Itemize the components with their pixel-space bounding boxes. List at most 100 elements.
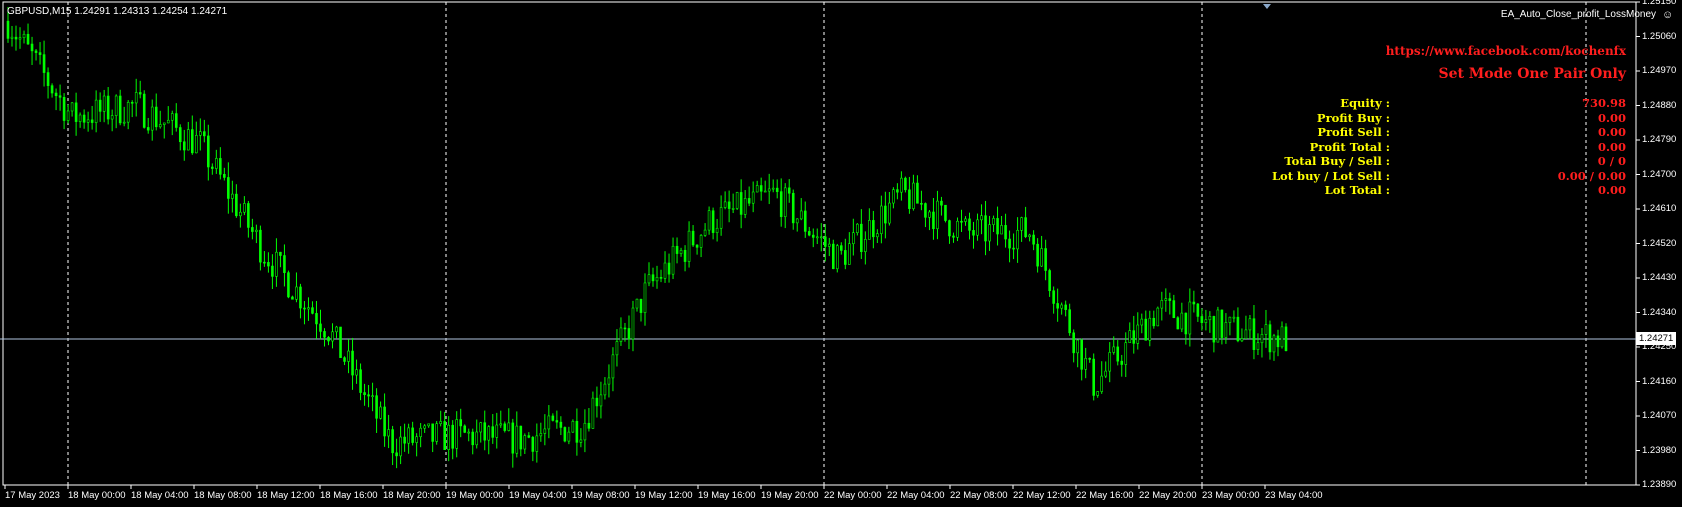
candle-body [831, 243, 835, 270]
candle-body [827, 243, 831, 247]
candle-body [1128, 330, 1132, 343]
candle-body [18, 37, 22, 40]
candle-body [283, 255, 286, 273]
candle-body [1240, 338, 1244, 342]
candle-body [367, 394, 370, 397]
candle-body [635, 298, 639, 309]
candle-body [984, 215, 987, 242]
candle-body [531, 437, 535, 452]
candle-body [683, 249, 687, 262]
candle-body [543, 428, 547, 434]
candle-body [399, 436, 402, 457]
candle-body [1040, 248, 1043, 267]
candle-body [807, 231, 811, 236]
candle-body [507, 422, 511, 431]
candle-body [695, 244, 699, 248]
stats-value: 0.00 / 0.00 [1557, 168, 1626, 183]
candle-body [567, 431, 571, 442]
candle-body [471, 431, 475, 446]
candle-body [840, 245, 843, 251]
candle-body [483, 422, 487, 441]
candle-body [948, 220, 951, 237]
candle-body [727, 201, 731, 209]
candle-body [247, 203, 250, 228]
candle-body [611, 354, 615, 379]
candle-body [303, 307, 306, 310]
candle-body [299, 286, 302, 309]
candle-body [363, 392, 366, 396]
candle-body [411, 427, 414, 443]
candle-body [295, 286, 298, 300]
candle-body [1036, 243, 1039, 267]
candle-body [547, 415, 551, 430]
candle-body [255, 229, 258, 232]
candle-body [535, 435, 539, 452]
stats-label: Profit Sell : [1317, 125, 1390, 139]
candle-body [327, 336, 330, 342]
candle-body [523, 435, 527, 450]
price-chart[interactable] [0, 0, 1682, 507]
candle-body [347, 350, 350, 362]
candle-body [555, 420, 559, 423]
candle-body [431, 423, 434, 442]
candle-body [271, 265, 274, 277]
candle-body [868, 220, 871, 240]
price-tick: 1.24790 [1642, 134, 1677, 145]
candle-body [1268, 324, 1272, 353]
candle-body [1164, 298, 1168, 301]
time-tick: 18 May 08:00 [194, 490, 252, 501]
candle-body [872, 220, 875, 238]
time-tick: 18 May 00:00 [68, 490, 126, 501]
stats-label: Lot buy / Lot Sell : [1271, 168, 1390, 183]
candle-body [844, 250, 847, 265]
candle-body [311, 307, 314, 314]
candle-body [487, 426, 491, 441]
candle-body [559, 421, 563, 428]
time-tick: 19 May 16:00 [698, 490, 756, 501]
candle-body [319, 323, 322, 332]
candle-body [1168, 298, 1172, 301]
candle-body [667, 262, 671, 275]
candle-body [864, 239, 867, 252]
candle-body [823, 236, 827, 247]
candle-body [852, 232, 855, 245]
time-tick: 22 May 08:00 [950, 490, 1008, 501]
shift-marker-icon[interactable] [1263, 4, 1271, 9]
candle-body [1116, 346, 1120, 362]
candle-body [1264, 324, 1268, 335]
stats-value: 0.00 [1597, 110, 1626, 125]
candle-body [1136, 324, 1140, 344]
candle-body [1004, 225, 1007, 240]
candle-body [38, 52, 42, 55]
candle-body [663, 262, 667, 279]
candle-body [996, 218, 999, 235]
candle-body [803, 210, 807, 232]
candle-body [1188, 301, 1192, 335]
price-tick: 1.24970 [1642, 65, 1677, 76]
candle-body [1160, 300, 1164, 309]
ea-name-label: EA_Auto_Close_profit_LossMoney [1500, 9, 1656, 20]
candle-body [439, 421, 442, 424]
time-tick: 22 May 20:00 [1139, 490, 1197, 501]
candle-body [22, 33, 26, 39]
terminal-chart-window: GBPUSD,M15 1.24291 1.24313 1.24254 1.242… [0, 0, 1682, 507]
candle-body [1132, 330, 1136, 344]
candle-body [988, 224, 991, 242]
stats-row: Profit Buy : 0.00 [0, 111, 1682, 126]
candle-body [1124, 342, 1128, 365]
candle-body [703, 229, 707, 236]
candle-body [960, 220, 963, 223]
candle-body [1272, 335, 1276, 353]
candle-body [355, 369, 358, 376]
candle-body [1016, 230, 1019, 250]
candle-body [583, 422, 587, 441]
candle-body [331, 331, 334, 342]
candle-body [876, 233, 879, 238]
candle-body [815, 236, 819, 239]
candle-body [291, 296, 294, 300]
candle-body [932, 211, 935, 230]
price-tick: 1.24610 [1642, 203, 1677, 214]
candle-body [835, 245, 839, 270]
candle-body [619, 327, 623, 342]
candle-body [992, 218, 995, 225]
